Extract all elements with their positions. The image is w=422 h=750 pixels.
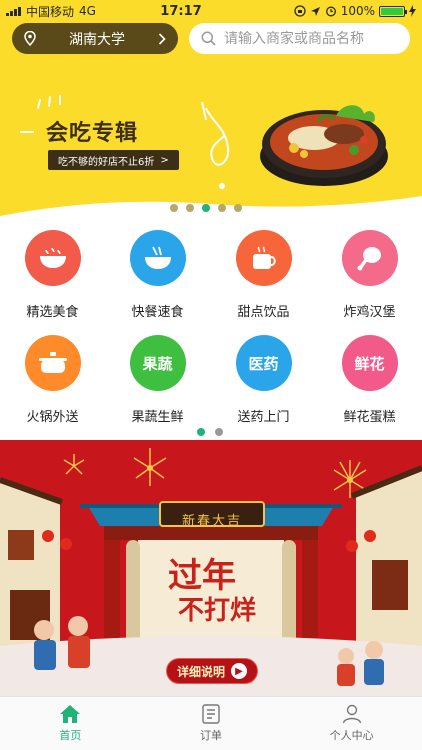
bowl-icon [24, 230, 81, 286]
category-item[interactable]: 果蔬 果蔬生鲜 [105, 335, 210, 425]
apple-icon: 果蔬 [129, 335, 186, 391]
location-arrow-icon [310, 6, 320, 16]
chevron-right-icon [158, 32, 166, 45]
tab-home-label: 首页 [59, 729, 82, 742]
category-label: 甜点饮品 [237, 305, 290, 320]
medicine-kit-icon: 医药 [235, 335, 292, 391]
category-item[interactable]: 火锅外送 [0, 335, 105, 425]
user-icon [342, 704, 361, 724]
chicken-leg-icon [341, 230, 398, 286]
lock-rotation-icon [294, 5, 306, 17]
home-icon [60, 705, 81, 723]
hero-section: 中国移动 4G 17:17 100% 湖南大学 会吃专辑 [0, 0, 422, 222]
category-label: 果蔬生鲜 [131, 410, 184, 425]
noodle-bowl-image [260, 105, 388, 186]
banner-arrow: > [160, 154, 169, 166]
category-label: 快餐速食 [131, 305, 184, 320]
hero-pager-dot[interactable] [218, 204, 226, 212]
category-item[interactable]: 医药 送药上门 [211, 335, 316, 425]
banner-title: 会吃专辑 [46, 121, 139, 146]
tab-bar: 首页 订单 个人中心 [0, 696, 422, 750]
location-pin-icon [24, 31, 36, 46]
category-pager-dot[interactable] [197, 428, 205, 436]
flower-icon: 鲜花 [341, 335, 398, 391]
category-label: 火锅外送 [26, 410, 79, 425]
battery-icon [379, 5, 407, 17]
tab-orders[interactable]: 订单 [141, 697, 282, 750]
category-label: 精选美食 [26, 305, 79, 320]
alarm-icon [325, 6, 336, 17]
category-label: 炸鸡汉堡 [343, 305, 396, 320]
search-icon [201, 31, 216, 46]
festival-sign: 新春大吉 [181, 514, 242, 529]
carrier-label: 中国移动 [26, 4, 75, 19]
decorative-lines [20, 95, 230, 189]
location-selector[interactable]: 湖南大学 [12, 23, 178, 54]
noodle-bowl-icon [129, 230, 186, 286]
banner-subtitle: 吃不够的好店不止6折 [58, 156, 155, 168]
tab-profile-label: 个人中心 [329, 729, 374, 742]
category-item[interactable]: 鲜花 鲜花蛋糕 [317, 335, 422, 425]
signal-icon [6, 6, 21, 16]
tab-orders-label: 订单 [200, 729, 222, 742]
category-item[interactable]: 甜点饮品 [211, 230, 316, 320]
category-grid: 精选美食 快餐速食 甜点饮品 炸鸡汉堡 火锅外送 果蔬 果蔬生鲜 医药 送药上门 鲜花 鲜花蛋糕 [0, 222, 422, 436]
network-label: 4G [79, 4, 96, 18]
battery-label: 100% [340, 4, 375, 18]
hero-pager-dot[interactable] [202, 204, 210, 212]
coffee-cup-icon [235, 230, 292, 286]
order-list-icon [202, 704, 220, 724]
banner-subtitle-pill[interactable]: 吃不够的好店不止6折 > [48, 150, 179, 170]
charging-icon [409, 5, 416, 17]
arrow-right-icon: ▶ [231, 663, 247, 679]
hero-pager-dot[interactable] [234, 204, 242, 212]
category-item[interactable]: 快餐速食 [105, 230, 210, 320]
status-bar: 中国移动 4G 17:17 100% [0, 0, 422, 22]
spring-festival-banner[interactable]: 新春大吉 过年 不打烊 详细说明 ▶ [0, 440, 422, 696]
category-pager[interactable] [197, 428, 223, 436]
category-item[interactable]: 炸鸡汉堡 [317, 230, 422, 320]
details-button-label: 详细说明 [176, 664, 225, 679]
category-label: 鲜花蛋糕 [343, 410, 396, 425]
search-input[interactable] [224, 30, 398, 47]
category-item[interactable]: 精选美食 [0, 230, 105, 320]
category-pager-dot[interactable] [215, 428, 223, 436]
category-label: 送药上门 [237, 410, 290, 425]
hotpot-icon [24, 335, 81, 391]
hero-pager[interactable] [170, 204, 242, 212]
details-button[interactable]: 详细说明 ▶ [166, 658, 258, 684]
location-label: 湖南大学 [69, 31, 125, 48]
tab-home[interactable]: 首页 [0, 697, 141, 750]
hero-pager-dot[interactable] [186, 204, 194, 212]
hero-pager-dot[interactable] [170, 204, 178, 212]
search-bar[interactable] [189, 23, 410, 54]
promo-headline-2: 不打烊 [178, 596, 257, 626]
status-time: 17:17 [160, 3, 202, 19]
tab-profile[interactable]: 个人中心 [281, 697, 422, 750]
